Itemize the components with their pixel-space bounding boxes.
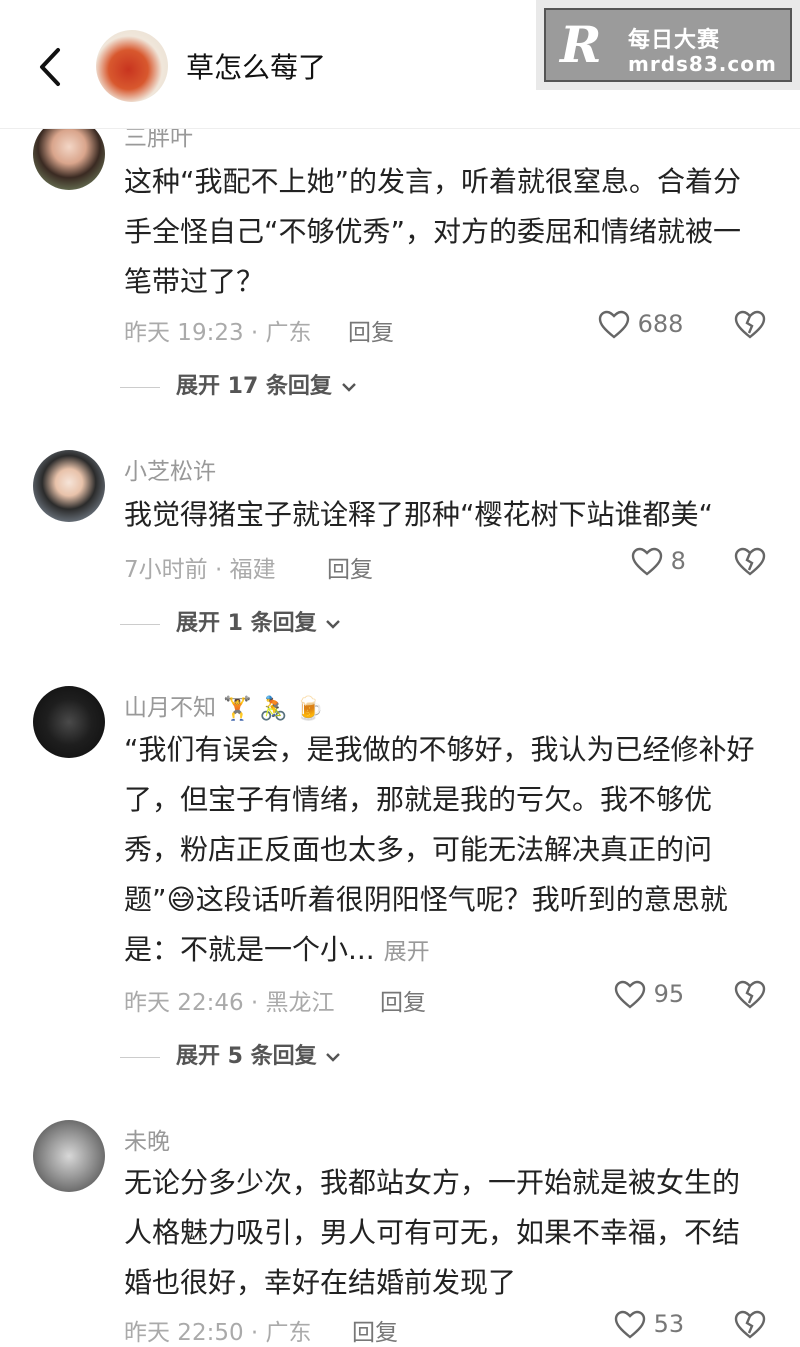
like-button[interactable]: 688 xyxy=(598,310,683,340)
reply-button[interactable]: 回复 xyxy=(380,983,426,1017)
like-count: 688 xyxy=(637,310,684,338)
cyclist-emoji: 🚴 xyxy=(259,696,288,722)
like-count: 8 xyxy=(670,547,686,575)
comment-text: 无论分多少次，我都站女方，一开始就是被女生的人格魅力吸引，男人可有可无，如果不幸… xyxy=(124,1166,741,1299)
reply-button[interactable]: 回复 xyxy=(352,1313,398,1347)
avatar[interactable] xyxy=(33,450,105,522)
heart-icon xyxy=(614,980,646,1009)
weightlifter-emoji: 🏋️ xyxy=(223,696,252,722)
expand-replies[interactable]: 展开 5 条回复 xyxy=(120,1038,342,1070)
dislike-button[interactable] xyxy=(734,1310,766,1340)
expand-label: 展开 1 条回复 xyxy=(176,611,317,636)
watermark-cn: 每日大赛 xyxy=(628,28,721,53)
chevron-left-icon[interactable] xyxy=(30,42,70,92)
like-button[interactable]: 95 xyxy=(614,980,684,1010)
expand-label: 展开 17 条回复 xyxy=(176,374,332,399)
watermark: R 每日大赛 mrds83.com xyxy=(536,0,800,90)
expand-label: 展开 5 条回复 xyxy=(176,1044,317,1069)
chevron-down-icon xyxy=(341,383,356,392)
comment-author[interactable]: 未晚 xyxy=(124,1122,170,1156)
comment-author[interactable]: 山月不知 🏋️ 🚴 🍺 xyxy=(124,688,324,722)
dislike-button[interactable] xyxy=(734,547,766,577)
comment-text: 我觉得猪宝子就诠释了那种“樱花树下站谁都美“ xyxy=(124,498,714,531)
broken-heart-icon xyxy=(734,980,766,1009)
dislike-button[interactable] xyxy=(734,310,766,340)
broken-heart-icon xyxy=(734,1310,766,1339)
comment-meta: 7小时前 · 福建 xyxy=(124,557,276,583)
dislike-button[interactable] xyxy=(734,980,766,1010)
comment-meta: 昨天 22:50 · 广东 xyxy=(124,1320,312,1346)
comment-text: “我们有误会，是我做的不够好，我认为已经修补好了，但宝子有情绪，那就是我的亏欠。… xyxy=(124,725,764,977)
avatar[interactable] xyxy=(33,1120,105,1192)
expand-replies[interactable]: 展开 17 条回复 xyxy=(120,368,358,400)
comment-author[interactable]: 小芝松许 xyxy=(124,452,216,486)
comment-meta: 昨天 22:46 · 黑龙江 xyxy=(124,990,335,1016)
broken-heart-icon xyxy=(734,310,766,339)
watermark-logo: R xyxy=(560,15,602,74)
comment-text: 这种“我配不上她”的发言，听着就很窒息。合着分手全怪自己“不够优秀”，对方的委屈… xyxy=(124,165,742,298)
chevron-down-icon xyxy=(326,620,341,629)
expand-replies[interactable]: 展开 1 条回复 xyxy=(120,605,342,637)
like-button[interactable]: 8 xyxy=(631,547,686,577)
reply-button[interactable]: 回复 xyxy=(348,313,394,347)
expand-text-link[interactable]: 展开 xyxy=(384,939,430,965)
page-title: 草怎么莓了 xyxy=(186,51,327,84)
broken-heart-icon xyxy=(734,547,766,576)
heart-icon xyxy=(631,547,663,576)
beer-emoji: 🍺 xyxy=(295,696,324,722)
grinning-sweat-emoji: 😅 xyxy=(166,883,196,916)
post-avatar[interactable] xyxy=(96,30,168,102)
comment-meta: 昨天 19:23 · 广东 xyxy=(124,320,312,346)
avatar[interactable] xyxy=(33,686,105,758)
like-count: 95 xyxy=(653,980,685,1008)
author-name: 山月不知 xyxy=(124,695,216,721)
watermark-url: mrds83.com xyxy=(628,52,777,76)
like-count: 53 xyxy=(653,1310,685,1338)
heart-icon xyxy=(598,310,630,339)
reply-button[interactable]: 回复 xyxy=(327,550,373,584)
chevron-down-icon xyxy=(326,1053,341,1062)
like-button[interactable]: 53 xyxy=(614,1310,684,1340)
heart-icon xyxy=(614,1310,646,1339)
